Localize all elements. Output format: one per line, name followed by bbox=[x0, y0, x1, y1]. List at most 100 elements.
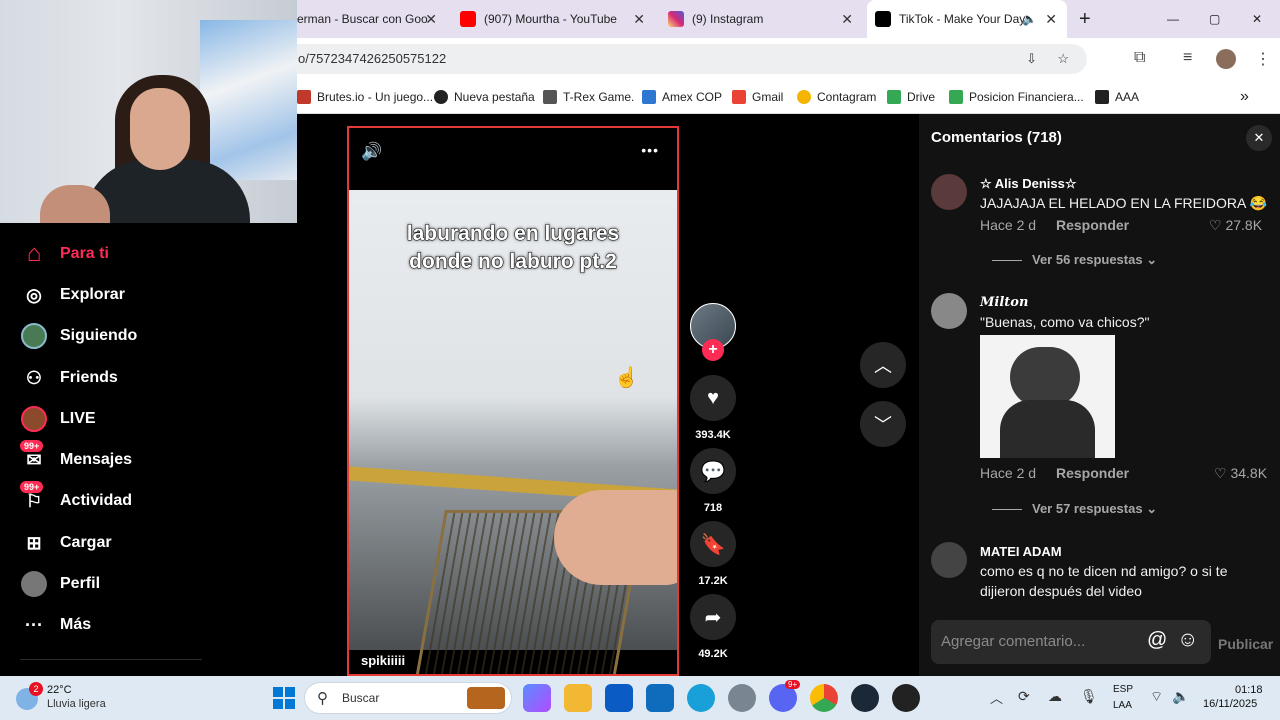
bookmark-item[interactable]: Amex COP bbox=[642, 80, 722, 114]
extensions-icon[interactable]: ⧉ bbox=[1134, 49, 1145, 67]
comment-icon[interactable]: 💬 bbox=[690, 448, 736, 494]
video-player[interactable]: 🔊 ••• laburando en lugares donde no labu… bbox=[347, 126, 679, 676]
speaker-icon[interactable]: 🔈 bbox=[1022, 12, 1037, 26]
sync-icon[interactable]: ⟳ bbox=[1018, 688, 1030, 705]
tab-youtube[interactable]: (907) Mourtha - YouTube ✕ bbox=[460, 0, 655, 38]
copilot-icon[interactable] bbox=[523, 684, 551, 712]
close-icon[interactable]: ✕ bbox=[841, 11, 853, 28]
tab-google-search[interactable]: erman - Buscar con Goo ✕ bbox=[297, 0, 447, 38]
window-close-button[interactable]: ✕ bbox=[1252, 0, 1272, 38]
keyboard-layout[interactable]: LAA bbox=[1113, 700, 1132, 711]
settings-icon[interactable] bbox=[728, 684, 756, 712]
comment-author[interactable]: 𝑴𝒊𝒍𝒕𝒐𝒏 bbox=[980, 295, 1028, 310]
nav-actividad[interactable]: ⚐ 99+ Actividad bbox=[20, 481, 132, 516]
close-comments-button[interactable]: ✕ bbox=[1246, 125, 1272, 151]
maximize-button[interactable]: ▢ bbox=[1209, 0, 1229, 38]
weather-description[interactable]: Lluvia ligera bbox=[47, 698, 106, 710]
bookmark-item[interactable]: Gmail bbox=[732, 80, 783, 114]
wifi-icon[interactable]: ⌔ bbox=[1150, 688, 1163, 706]
save-action[interactable]: 🔖 17.2K bbox=[690, 521, 736, 587]
outlook-icon[interactable] bbox=[646, 684, 674, 712]
volume-icon[interactable]: 🔊 bbox=[361, 142, 382, 162]
chevron-up-icon[interactable]: ︿ bbox=[990, 688, 1003, 707]
comment-like[interactable]: ♡ 34.8K bbox=[1214, 465, 1267, 482]
bookmark-icon[interactable]: 🔖 bbox=[690, 521, 736, 567]
discord-icon[interactable]: 9+ bbox=[769, 680, 801, 712]
avatar[interactable] bbox=[931, 542, 967, 578]
nav-friends[interactable]: ⚇ Friends bbox=[20, 363, 118, 393]
comment-image[interactable] bbox=[980, 335, 1115, 458]
chevron-down-icon: ⌄ bbox=[1146, 252, 1158, 267]
language-code[interactable]: ESP bbox=[1113, 684, 1133, 695]
comment-input[interactable]: Agregar comentario... @ ☺ bbox=[931, 620, 1211, 664]
clock-time[interactable]: 01:18 bbox=[1235, 684, 1263, 696]
bookmark-item[interactable]: Posicion Financiera... bbox=[949, 80, 1084, 114]
nav-perfil[interactable]: Perfil bbox=[20, 569, 100, 599]
creator-avatar[interactable]: + bbox=[690, 303, 736, 361]
nav-cargar[interactable]: ⊞ Cargar bbox=[20, 528, 111, 558]
next-video-button[interactable]: ﹀ bbox=[860, 401, 906, 447]
file-explorer-icon[interactable] bbox=[564, 684, 592, 712]
store-icon[interactable] bbox=[605, 684, 633, 712]
comment-author[interactable]: ☆ Alis Deniss☆ bbox=[980, 176, 1077, 192]
share-icon[interactable]: ➦ bbox=[690, 594, 736, 640]
previous-video-button[interactable]: ︿ bbox=[860, 342, 906, 388]
bookmark-star-icon[interactable]: ☆ bbox=[1057, 44, 1069, 74]
nav-mas[interactable]: ··· Más bbox=[20, 610, 91, 640]
bookmarks-overflow-button[interactable]: » bbox=[1240, 80, 1249, 114]
cloud-icon[interactable]: ☁ bbox=[1048, 688, 1062, 705]
windows-start-icon[interactable] bbox=[273, 687, 295, 709]
follow-button[interactable]: + bbox=[702, 339, 724, 361]
nav-mensajes[interactable]: ✉ 99+ Mensajes bbox=[20, 440, 132, 475]
steam-icon[interactable] bbox=[851, 684, 879, 712]
profile-avatar[interactable] bbox=[1216, 49, 1236, 69]
install-icon[interactable]: ⇩ bbox=[1026, 44, 1037, 74]
bookmark-item[interactable]: T-Rex Game. bbox=[543, 80, 634, 114]
weather-temp[interactable]: 22°C bbox=[47, 684, 72, 696]
heart-icon[interactable]: ♥ bbox=[690, 375, 736, 421]
app-icon[interactable] bbox=[892, 684, 920, 712]
comment-text: como es q no te dicen nd amigo? o si te … bbox=[980, 563, 1228, 599]
view-replies-button[interactable]: Ver 57 respuestas ⌄ bbox=[992, 501, 1157, 517]
mention-icon[interactable]: @ bbox=[1147, 629, 1167, 652]
taskbar-search[interactable]: ⚲ Buscar bbox=[304, 682, 512, 714]
close-icon[interactable]: ✕ bbox=[425, 11, 437, 28]
close-icon[interactable]: ✕ bbox=[1045, 11, 1057, 28]
like-action[interactable]: ♥ 393.4K bbox=[690, 375, 736, 441]
chrome-icon[interactable] bbox=[810, 684, 838, 712]
reply-button[interactable]: Responder bbox=[1056, 217, 1129, 233]
video-author[interactable]: spikiiiii bbox=[361, 653, 405, 668]
comment-action[interactable]: 💬 718 bbox=[690, 448, 736, 514]
bookmark-item[interactable]: Nueva pestaña bbox=[434, 80, 535, 114]
kebab-menu-icon[interactable]: ⋮ bbox=[1255, 49, 1271, 69]
comment-like[interactable]: ♡ 27.8K bbox=[1209, 217, 1262, 234]
more-options-icon[interactable]: ••• bbox=[641, 142, 659, 158]
view-replies-button[interactable]: Ver 56 respuestas ⌄ bbox=[992, 252, 1157, 268]
url-bar[interactable]: o/7572347426250575122 ⇩ ☆ bbox=[297, 44, 1087, 74]
bookmark-item[interactable]: Drive bbox=[887, 80, 935, 114]
media-control-icon[interactable]: ≡ bbox=[1183, 49, 1192, 67]
clock-date[interactable]: 16/11/2025 bbox=[1203, 698, 1257, 710]
nav-explorar[interactable]: ◎ Explorar bbox=[20, 280, 125, 310]
emoji-icon[interactable]: ☺ bbox=[1177, 628, 1198, 652]
nav-siguiendo[interactable]: Siguiendo bbox=[20, 321, 137, 351]
reply-button[interactable]: Responder bbox=[1056, 465, 1129, 481]
bookmark-item[interactable]: Contagram bbox=[797, 80, 876, 114]
share-action[interactable]: ➦ 49.2K bbox=[690, 594, 736, 660]
minimize-button[interactable]: — bbox=[1167, 0, 1187, 38]
tab-tiktok[interactable]: TikTok - Make Your Day 🔈 ✕ bbox=[867, 0, 1067, 38]
close-icon[interactable]: ✕ bbox=[633, 11, 645, 28]
bookmark-item[interactable]: Brutes.io - Un juego... bbox=[297, 80, 433, 114]
tab-instagram[interactable]: (9) Instagram ✕ bbox=[668, 0, 863, 38]
comment-author[interactable]: MATEI ADAM bbox=[980, 544, 1062, 559]
new-tab-button[interactable]: + bbox=[1079, 0, 1099, 38]
microphone-icon[interactable]: 🎙 bbox=[1080, 688, 1098, 705]
bookmark-item[interactable]: AAA bbox=[1095, 80, 1139, 114]
nav-para-ti[interactable]: ⌂ Para ti bbox=[20, 239, 109, 269]
avatar[interactable] bbox=[931, 174, 967, 210]
volume-icon[interactable]: 🔈 bbox=[1172, 688, 1189, 705]
edge-icon[interactable] bbox=[687, 684, 715, 712]
nav-live[interactable]: LIVE bbox=[20, 404, 96, 434]
avatar[interactable] bbox=[931, 293, 967, 329]
publish-button[interactable]: Publicar bbox=[1218, 636, 1273, 652]
